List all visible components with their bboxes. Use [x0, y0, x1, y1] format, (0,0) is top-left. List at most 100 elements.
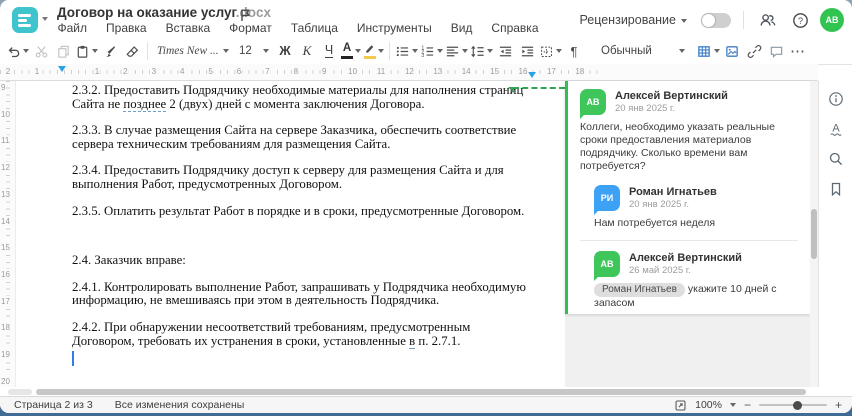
- paragraph-1[interactable]: 2.3.3. В случае размещения Сайта на серв…: [72, 123, 533, 151]
- page-indicator[interactable]: Страница 2 из 3: [14, 399, 93, 411]
- insert-comment-button[interactable]: [766, 40, 786, 62]
- ruler-number: 18: [1, 322, 10, 334]
- comment-meta: Роман Игнатьев 20 янв 2025 г.: [629, 185, 717, 211]
- paragraph-6[interactable]: 2.4.2. При обнаружении несоответствий тр…: [72, 320, 533, 349]
- help-icon[interactable]: ?: [788, 8, 812, 32]
- increase-indent-button[interactable]: [517, 40, 537, 62]
- fit-width-icon[interactable]: [674, 399, 687, 412]
- ruler-number: 10: [1, 108, 10, 120]
- insert-image-button[interactable]: [722, 40, 742, 62]
- paragraph-0[interactable]: 2.3.2. Предоставить Подрядчику необходим…: [72, 83, 533, 112]
- menu-item-3[interactable]: Формат: [220, 21, 282, 36]
- paragraph-style-select[interactable]: Обычный: [597, 40, 689, 62]
- vertical-scrollbar[interactable]: [810, 81, 818, 387]
- paste-button[interactable]: [75, 40, 98, 62]
- horizontal-scrollbar-thumb[interactable]: [36, 389, 806, 395]
- toggle-knob: [702, 13, 715, 27]
- show-formatting-marks-button[interactable]: ¶: [564, 40, 584, 62]
- ruler-number: 9: [320, 67, 328, 76]
- borders-caret-icon[interactable]: [556, 49, 562, 56]
- font-size-value: 12: [239, 45, 252, 57]
- highlight-button[interactable]: [363, 40, 384, 62]
- decrease-indent-button[interactable]: [495, 40, 515, 62]
- text-run: 2.4.1. Контролировать выполнение Работ, …: [72, 279, 526, 308]
- menu-item-1[interactable]: Правка: [97, 21, 157, 36]
- document-page[interactable]: 2.3.2. Предоставить Подрядчику необходим…: [16, 81, 565, 387]
- undo-caret-icon[interactable]: [23, 49, 29, 56]
- copy-button[interactable]: [53, 40, 73, 62]
- menu-item-4[interactable]: Таблица: [281, 21, 347, 36]
- align-left-button[interactable]: [445, 40, 468, 62]
- numbered-list-button[interactable]: 123: [420, 40, 443, 62]
- user-avatar[interactable]: АВ: [820, 8, 844, 32]
- font-color-caret-icon[interactable]: [355, 49, 361, 56]
- bold-button[interactable]: Ж: [275, 40, 295, 62]
- paste-caret-icon[interactable]: [92, 49, 98, 56]
- paragraph-borders-button[interactable]: [539, 40, 562, 62]
- spellcheck-icon[interactable]: А: [825, 118, 847, 140]
- paragraph-5[interactable]: 2.4.1. Контролировать выполнение Работ, …: [72, 279, 533, 308]
- font-color-bar: [341, 55, 353, 59]
- zoom-out-button[interactable]: −: [744, 399, 751, 411]
- zoom-slider-knob[interactable]: [792, 400, 802, 410]
- search-icon[interactable]: [825, 148, 847, 170]
- menu-item-5[interactable]: Инструменты: [347, 21, 441, 36]
- zoom-caret-icon[interactable]: [729, 402, 736, 410]
- clear-style-button[interactable]: [122, 40, 142, 62]
- zoom-slider[interactable]: [758, 400, 827, 410]
- cut-button[interactable]: [31, 40, 51, 62]
- zoom-in-button[interactable]: +: [835, 399, 842, 411]
- comment-thread-card[interactable]: АВ Алексей Вертинский 20 янв 2025 г. Коллег…: [565, 81, 810, 314]
- info-icon[interactable]: [825, 88, 847, 110]
- comment-body: Коллеги, необходимо указать реальные сро…: [580, 121, 798, 173]
- bookmark-icon[interactable]: [825, 178, 847, 200]
- font-size-select[interactable]: 12: [235, 40, 273, 62]
- comment-item-0[interactable]: АВ Алексей Вертинский 20 янв 2025 г. Коллег…: [568, 81, 810, 177]
- document-text[interactable]: 2.3.2. Предоставить Подрядчику необходим…: [16, 81, 565, 349]
- paragraph-3[interactable]: 2.3.5. Оплатить результат Работ в порядк…: [72, 204, 533, 219]
- review-caret-icon[interactable]: [681, 18, 687, 26]
- ruler-number: 3: [150, 67, 158, 76]
- font-color-button[interactable]: А: [341, 40, 361, 62]
- paragraph-2[interactable]: 2.3.4. Предоставить Подрядчику доступ к …: [72, 164, 533, 191]
- review-toggle[interactable]: [701, 12, 731, 28]
- underline-button[interactable]: Ч: [319, 40, 339, 62]
- indent-marker-left[interactable]: [58, 66, 66, 72]
- menu-item-7[interactable]: Справка: [482, 21, 548, 36]
- comment-item-2[interactable]: АВ Алексей Вертинский 26 май 2025 г. Роман …: [568, 243, 810, 314]
- menu-item-0[interactable]: Файл: [48, 21, 97, 36]
- highlight-caret-icon[interactable]: [378, 49, 384, 56]
- mention-chip[interactable]: Роман Игнатьев: [594, 283, 685, 297]
- desktop-background: Договор на оказание услуг.docx Файл Правк…: [0, 0, 852, 416]
- insert-link-button[interactable]: [744, 40, 764, 62]
- italic-button[interactable]: К: [297, 40, 317, 62]
- line-spacing-caret-icon[interactable]: [487, 49, 493, 56]
- zoom-value[interactable]: 100%: [695, 399, 722, 411]
- ruler-number: 15: [1, 242, 10, 254]
- comment-item-1[interactable]: РИ Роман Игнатьев 20 янв 2025 г. Нам потреб…: [568, 177, 810, 234]
- bullet-list-caret-icon[interactable]: [412, 49, 418, 56]
- review-mode-label[interactable]: Рецензирование: [579, 13, 676, 27]
- indent-marker-right[interactable]: [528, 72, 536, 78]
- text-run: 2.3.4. Предоставить Подрядчику доступ к …: [72, 163, 504, 191]
- bullet-list-button[interactable]: [395, 40, 418, 62]
- align-caret-icon[interactable]: [462, 49, 468, 56]
- format-painter-button[interactable]: [100, 40, 120, 62]
- more-tools-button[interactable]: ⋯: [788, 40, 808, 62]
- undo-button[interactable]: [6, 40, 29, 62]
- insert-table-button[interactable]: [696, 40, 720, 62]
- numbered-list-caret-icon[interactable]: [437, 49, 443, 56]
- paragraph-4[interactable]: 2.4. Заказчик вправе:: [72, 253, 533, 268]
- ruler-number: 1: [33, 67, 41, 76]
- menu-item-6[interactable]: Вид: [441, 21, 482, 36]
- collaboration-users-icon[interactable]: [756, 8, 780, 32]
- app-logo[interactable]: [12, 7, 38, 33]
- comment-divider: [580, 240, 798, 241]
- pilcrow-glyph: ¶: [570, 43, 578, 59]
- vertical-scrollbar-thumb[interactable]: [811, 209, 817, 259]
- ruler-number: 12: [1, 162, 10, 174]
- font-name-select[interactable]: Times New ...: [153, 40, 233, 62]
- menu-item-2[interactable]: Вставка: [156, 21, 220, 36]
- line-spacing-button[interactable]: [470, 40, 493, 62]
- table-caret-icon[interactable]: [714, 49, 720, 56]
